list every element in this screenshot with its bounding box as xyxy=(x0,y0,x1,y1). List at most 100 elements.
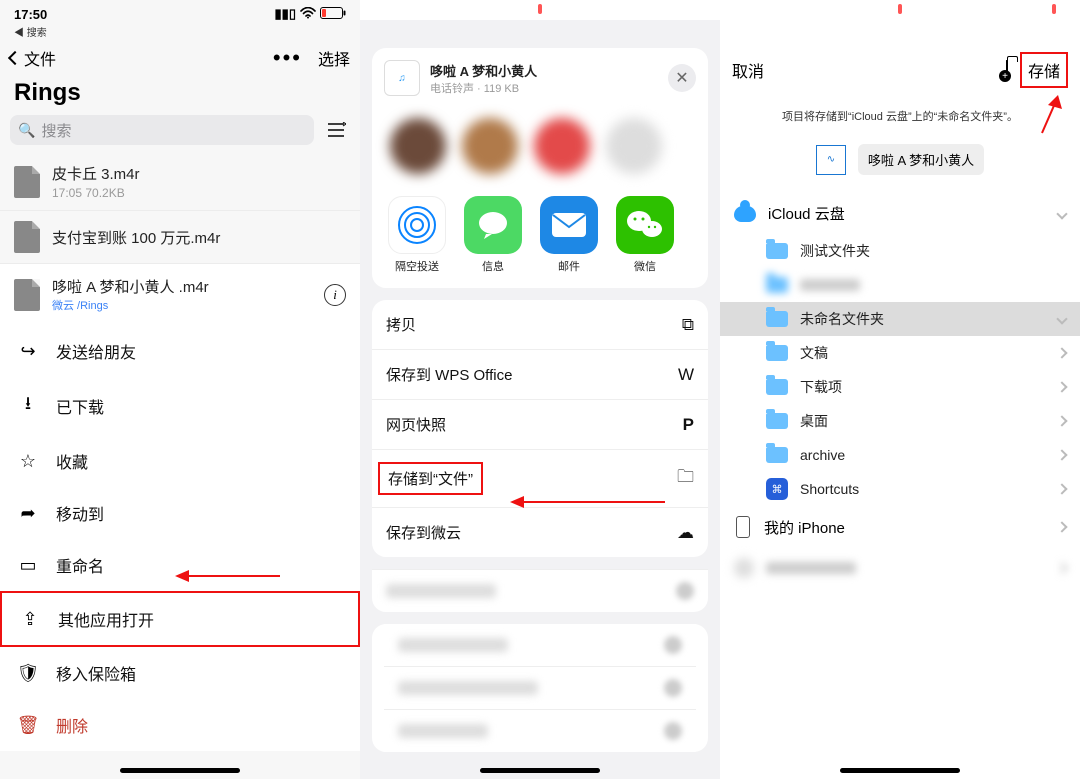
folder-icon xyxy=(766,345,788,361)
action-label: 移动到 xyxy=(56,501,104,525)
folder-icon xyxy=(766,277,788,293)
chevron-down-icon xyxy=(1056,208,1067,219)
folder-row-obscured[interactable] xyxy=(720,268,1080,302)
action-send[interactable]: ↪ 发送给朋友 xyxy=(0,325,360,377)
option-label: 存储到“文件” xyxy=(378,462,483,495)
file-icon xyxy=(14,279,40,311)
app-label: 信息 xyxy=(464,258,522,274)
info-button[interactable]: i xyxy=(324,284,346,306)
obscured-list xyxy=(372,624,708,752)
action-move[interactable]: ➦ 移动到 xyxy=(0,487,360,539)
battery-low-icon xyxy=(320,7,346,22)
file-row[interactable]: 支付宝到账 100 万元.m4r xyxy=(0,210,360,263)
share-file-name: 哆啦 A 梦和小黄人 xyxy=(430,61,537,80)
obscured-icon xyxy=(734,558,754,578)
star-icon: ☆ xyxy=(16,451,40,472)
icloud-icon xyxy=(734,206,756,222)
folder-label: 文稿 xyxy=(800,343,828,363)
option-label: 保存到微云 xyxy=(386,522,461,543)
location-label: iCloud 云盘 xyxy=(768,203,845,224)
status-indicator xyxy=(538,4,542,14)
airdrop-icon xyxy=(388,196,446,254)
action-label: 收藏 xyxy=(56,449,88,473)
app-wechat[interactable]: 微信 xyxy=(616,196,674,274)
search-input[interactable]: 🔍 搜索 xyxy=(10,115,314,145)
status-right: ▮▮▯ xyxy=(275,6,346,22)
contact-avatar[interactable] xyxy=(390,118,446,174)
back-button[interactable]: 文件 xyxy=(10,46,56,70)
option-snapshot[interactable]: 网页快照 P xyxy=(372,399,708,449)
folder-label: 桌面 xyxy=(800,411,828,431)
save-button[interactable]: 存储 xyxy=(1020,52,1068,88)
select-button[interactable]: 选择 xyxy=(318,46,350,70)
save-destination-text: 项目将存储到“iCloud 云盘”上的“未命名文件夹”。 xyxy=(720,104,1080,140)
snapshot-icon: P xyxy=(683,415,694,435)
location-icloud[interactable]: iCloud 云盘 xyxy=(720,193,1080,234)
option-weiyun[interactable]: 保存到微云 ☁ xyxy=(372,507,708,557)
mail-icon xyxy=(540,196,598,254)
close-button[interactable]: ✕ xyxy=(668,64,696,92)
folder-icon: 🗀 xyxy=(677,464,694,493)
action-label: 删除 xyxy=(56,713,88,737)
option-wps[interactable]: 保存到 WPS Office W xyxy=(372,349,708,399)
folder-row[interactable]: 测试文件夹 xyxy=(720,234,1080,268)
status-indicator xyxy=(898,4,902,14)
contact-avatar[interactable] xyxy=(606,118,662,174)
location-my-iphone[interactable]: 我的 iPhone xyxy=(720,506,1080,548)
downloaded-icon: ⭳ xyxy=(16,391,40,421)
folder-row[interactable]: 桌面 xyxy=(720,404,1080,438)
action-rename[interactable]: ▭ 重命名 xyxy=(0,539,360,591)
cancel-button[interactable]: 取消 xyxy=(732,58,764,82)
folder-label: 未命名文件夹 xyxy=(800,309,884,329)
trash-icon: 🗑 xyxy=(16,715,40,736)
app-messages[interactable]: 信息 xyxy=(464,196,522,274)
file-icon xyxy=(14,221,40,253)
files-panel: 17:50 ▮▮▯ ◀ 搜索 文件 ••• 选择 Rings 🔍 搜索 xyxy=(0,0,360,779)
new-folder-button[interactable]: + xyxy=(1006,61,1008,79)
wechat-icon xyxy=(616,196,674,254)
chevron-right-icon xyxy=(1056,381,1067,392)
option-save-to-files[interactable]: 存储到“文件” 🗀 xyxy=(372,449,708,507)
chevron-left-icon xyxy=(8,51,22,65)
folder-row-selected[interactable]: 未命名文件夹 xyxy=(720,302,1080,336)
sort-button[interactable] xyxy=(322,116,350,144)
chevron-right-icon xyxy=(1056,449,1067,460)
chevron-right-icon xyxy=(1056,347,1067,358)
folder-row[interactable]: 下载项 xyxy=(720,370,1080,404)
home-indicator xyxy=(120,768,240,773)
action-downloaded[interactable]: ⭳ 已下载 xyxy=(0,377,360,435)
file-row[interactable]: 皮卡丘 3.m4r 17:05 70.2KB xyxy=(0,153,360,210)
folder-icon xyxy=(766,311,788,327)
app-mail[interactable]: 邮件 xyxy=(540,196,598,274)
save-header: 取消 + 存储 xyxy=(720,36,1080,104)
back-to-search[interactable]: ◀ 搜索 xyxy=(0,24,360,39)
action-list: ↪ 发送给朋友 ⭳ 已下载 ☆ 收藏 ➦ 移动到 ▭ 重命名 ⇪ 其他应用打开 … xyxy=(0,325,360,751)
back-label: 文件 xyxy=(24,46,56,70)
app-airdrop[interactable]: 隔空投送 xyxy=(388,196,446,274)
wps-icon: W xyxy=(678,365,694,385)
action-favorite[interactable]: ☆ 收藏 xyxy=(0,435,360,487)
folder-row[interactable]: ⌘ Shortcuts xyxy=(720,472,1080,506)
airdrop-contacts xyxy=(372,108,708,192)
folder-label: Shortcuts xyxy=(800,481,859,497)
share-options-list: 拷贝 ⧉ 保存到 WPS Office W 网页快照 P 存储到“文件” 🗀 保… xyxy=(372,300,708,557)
folder-row[interactable]: archive xyxy=(720,438,1080,472)
home-indicator xyxy=(480,768,600,773)
action-vault[interactable]: 🛡 移入保险箱 xyxy=(0,647,360,699)
action-delete[interactable]: 🗑 删除 xyxy=(0,699,360,751)
more-button[interactable]: ••• xyxy=(273,45,302,71)
folder-row[interactable]: 文稿 xyxy=(720,336,1080,370)
option-obscured[interactable] xyxy=(372,569,708,612)
action-open-with[interactable]: ⇪ 其他应用打开 xyxy=(0,591,360,647)
contact-avatar[interactable] xyxy=(534,118,590,174)
ringtone-file-icon: ♫ xyxy=(384,60,420,96)
app-label: 微信 xyxy=(616,258,674,274)
location-obscured[interactable] xyxy=(720,548,1080,588)
contact-avatar[interactable] xyxy=(462,118,518,174)
option-copy[interactable]: 拷贝 ⧉ xyxy=(372,300,708,349)
file-name: 皮卡丘 3.m4r xyxy=(52,163,346,184)
folder-label: archive xyxy=(800,447,845,463)
chevron-right-icon xyxy=(1056,415,1067,426)
option-label: 拷贝 xyxy=(386,314,416,335)
option-label: 网页快照 xyxy=(386,414,446,435)
